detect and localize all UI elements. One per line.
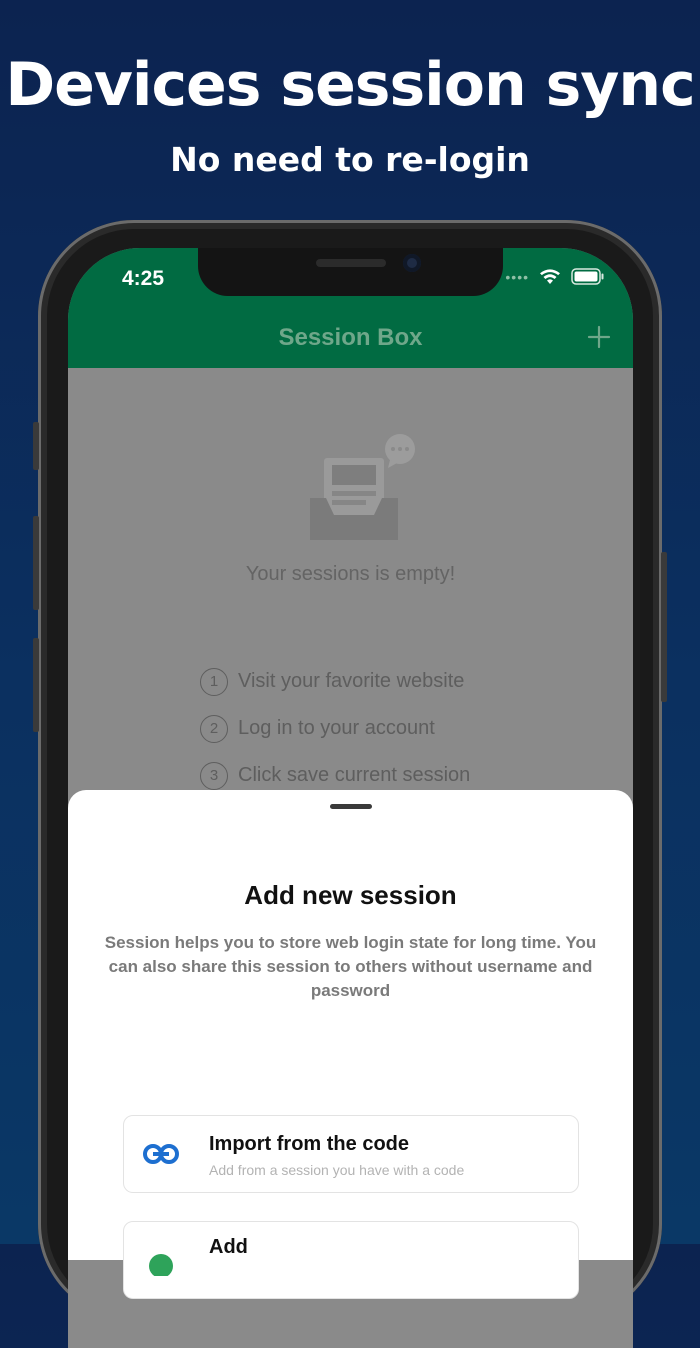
promo-subtitle: No need to re-login — [170, 140, 530, 179]
import-from-code-button[interactable]: Import from the code Add from a session … — [123, 1115, 579, 1193]
add-session-button[interactable] — [587, 316, 611, 357]
status-time: 4:25 — [122, 267, 165, 290]
step-number: 1 — [200, 667, 228, 696]
status-icons: •••• — [505, 268, 605, 285]
option-subtitle: Add from a session you have with a code — [209, 1162, 465, 1178]
option-title: Import from the code — [209, 1133, 410, 1155]
step-item: 2 Log in to your account — [200, 705, 470, 752]
phone-power-button — [661, 552, 667, 702]
link-icon — [143, 1144, 179, 1164]
sheet-description: Session helps you to store web login sta… — [104, 933, 597, 1000]
step-number: 2 — [200, 714, 228, 743]
step-text: Visit your favorite website — [238, 670, 465, 692]
nav-bar: Session Box — [68, 308, 633, 368]
add-icon — [149, 1254, 173, 1276]
empty-message: Your sessions is empty! — [245, 563, 456, 585]
phone-mute-switch — [33, 422, 39, 470]
speaker-grille — [316, 259, 386, 267]
step-text: Click save current session — [238, 764, 471, 786]
add-option-button[interactable]: Add — [123, 1221, 579, 1299]
empty-inbox-icon — [310, 434, 415, 540]
step-item: 1 Visit your favorite website — [200, 658, 470, 705]
option-title: Add — [209, 1236, 248, 1258]
add-session-sheet: Add new session Session helps you to sto… — [68, 790, 633, 1299]
sheet-grabber[interactable] — [330, 804, 372, 809]
phone-volume-up — [33, 516, 39, 610]
sheet-title: Add new session — [244, 880, 457, 910]
step-number: 3 — [200, 761, 228, 790]
cellular-dots-icon: •••• — [505, 268, 529, 285]
phone-notch — [198, 248, 503, 296]
nav-title: Session Box — [278, 324, 423, 351]
front-camera — [403, 254, 421, 272]
wifi-icon — [540, 269, 560, 284]
phone-volume-down — [33, 638, 39, 732]
plus-icon — [587, 325, 611, 349]
steps-list: 1 Visit your favorite website 2 Log in t… — [200, 658, 470, 799]
step-text: Log in to your account — [238, 717, 435, 739]
battery-icon — [571, 268, 604, 285]
promo-title: Devices session sync — [5, 50, 695, 120]
